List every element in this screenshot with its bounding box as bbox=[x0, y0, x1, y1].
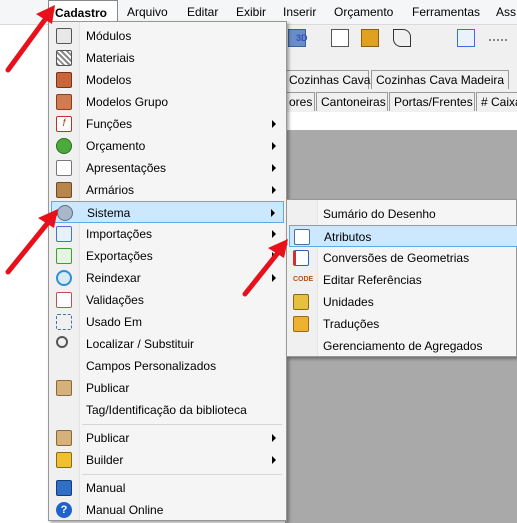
menu-item-manual-online[interactable]: ? Manual Online bbox=[51, 499, 284, 521]
shape-icon[interactable] bbox=[393, 29, 411, 47]
code-icon: CODE bbox=[293, 276, 314, 283]
used-in-icon bbox=[56, 314, 72, 330]
cabinets-icon bbox=[56, 182, 72, 198]
presentations-icon bbox=[56, 160, 72, 176]
submenu-arrow-icon bbox=[272, 120, 276, 128]
components-icon[interactable] bbox=[361, 29, 379, 47]
menu-item-exportacoes[interactable]: Exportações bbox=[51, 245, 284, 267]
measure-icon[interactable] bbox=[489, 29, 507, 41]
menu-item-localizar-substituir[interactable]: Localizar / Substituir bbox=[51, 333, 284, 355]
functions-icon: f bbox=[56, 116, 72, 132]
menu-item-modelos[interactable]: Modelos bbox=[51, 69, 284, 91]
publish-icon bbox=[56, 380, 72, 396]
menu-separator bbox=[82, 424, 282, 425]
view-3d-icon[interactable]: 3D bbox=[296, 29, 314, 47]
menu-item-modelos-grupo[interactable]: Modelos Grupo bbox=[51, 91, 284, 113]
menu-item-reindexar[interactable]: Reindexar bbox=[51, 267, 284, 289]
tab-cozinhas-cava-madeira[interactable]: Cozinhas Cava Madeira bbox=[371, 70, 509, 89]
system-gear-icon bbox=[57, 205, 73, 221]
menu-separator bbox=[82, 474, 282, 475]
tab-portas-frentes[interactable]: Portas/Frentes bbox=[389, 92, 475, 111]
export-icon bbox=[56, 248, 72, 264]
menu-item-builder[interactable]: Builder bbox=[51, 449, 284, 471]
menu-orcamento[interactable]: Orçamento bbox=[334, 0, 393, 24]
menu-item-sistema[interactable]: Sistema bbox=[51, 201, 284, 223]
submenu-item-atributos[interactable]: Atributos bbox=[289, 225, 517, 247]
layout-icon[interactable] bbox=[331, 29, 349, 47]
menu-item-usado-em[interactable]: Usado Em bbox=[51, 311, 284, 333]
submenu-item-traducoes[interactable]: Traduções bbox=[289, 313, 517, 335]
toolbar-gap bbox=[285, 51, 517, 68]
menu-ferramentas[interactable]: Ferramentas bbox=[412, 0, 480, 24]
tab-cantoneiras[interactable]: Cantoneiras bbox=[316, 92, 388, 111]
menu-item-funcoes[interactable]: f Funções bbox=[51, 113, 284, 135]
submenu-item-unidades[interactable]: Unidades bbox=[289, 291, 517, 313]
submenu-arrow-icon bbox=[272, 164, 276, 172]
menu-item-armarios[interactable]: Armários bbox=[51, 179, 284, 201]
publish-icon bbox=[56, 430, 72, 446]
submenu-item-sumario-desenho[interactable]: Sumário do Desenho bbox=[289, 203, 517, 225]
pointer-icon[interactable] bbox=[457, 29, 475, 47]
tabs-row-2: ores Cantoneiras Portas/Frentes # Caixa bbox=[285, 90, 517, 113]
units-icon bbox=[293, 294, 309, 310]
menu-assistente[interactable]: Ass bbox=[496, 0, 516, 24]
toolbar: 3D bbox=[285, 25, 517, 52]
menu-item-importacoes[interactable]: Importações bbox=[51, 223, 284, 245]
menu-item-validacoes[interactable]: Validações bbox=[51, 289, 284, 311]
submenu-arrow-icon bbox=[272, 434, 276, 442]
submenu-item-conversoes-geometrias[interactable]: Conversões de Geometrias bbox=[289, 247, 517, 269]
submenu-arrow-icon bbox=[271, 209, 275, 217]
tab-caixa[interactable]: # Caixa bbox=[476, 92, 517, 111]
conversion-icon bbox=[293, 250, 309, 266]
submenu-arrow-icon bbox=[272, 142, 276, 150]
materials-icon bbox=[56, 50, 72, 66]
manual-icon bbox=[56, 480, 72, 496]
import-icon bbox=[56, 226, 72, 242]
builder-icon bbox=[56, 452, 72, 468]
cadastro-menu: Módulos Materiais Modelos Modelos Grupo … bbox=[48, 21, 287, 521]
search-icon bbox=[56, 336, 68, 348]
menu-inserir[interactable]: Inserir bbox=[283, 0, 316, 24]
attributes-icon bbox=[294, 229, 310, 245]
validations-icon bbox=[56, 292, 72, 308]
budget-icon bbox=[56, 138, 72, 154]
submenu-arrow-icon bbox=[272, 456, 276, 464]
submenu-arrow-icon bbox=[272, 274, 276, 282]
menu-item-publicar[interactable]: Publicar bbox=[51, 377, 284, 399]
help-icon: ? bbox=[56, 502, 72, 518]
menu-item-orcamento[interactable]: Orçamento bbox=[51, 135, 284, 157]
menu-item-publicar-sub[interactable]: Publicar bbox=[51, 427, 284, 449]
menu-item-materiais[interactable]: Materiais bbox=[51, 47, 284, 69]
submenu-arrow-icon bbox=[272, 252, 276, 260]
tab-cozinhas-cava[interactable]: Cozinhas Cava bbox=[285, 70, 370, 89]
submenu-item-gerenciamento-agregados[interactable]: Gerenciamento de Agregados bbox=[289, 335, 517, 357]
menu-item-apresentacoes[interactable]: Apresentações bbox=[51, 157, 284, 179]
tab-ores[interactable]: ores bbox=[285, 92, 315, 111]
models-group-icon bbox=[56, 94, 72, 110]
sistema-submenu: Sumário do Desenho Atributos Conversões … bbox=[286, 199, 517, 357]
modules-icon bbox=[56, 28, 72, 44]
submenu-item-editar-referencias[interactable]: CODE Editar Referências bbox=[289, 269, 517, 291]
tabs-row-1: Cozinhas Cava Cozinhas Cava Madeira bbox=[285, 68, 517, 91]
menu-item-modulos[interactable]: Módulos bbox=[51, 25, 284, 47]
menu-item-manual[interactable]: Manual bbox=[51, 477, 284, 499]
reindex-icon bbox=[56, 270, 72, 286]
models-icon bbox=[56, 72, 72, 88]
submenu-arrow-icon bbox=[272, 186, 276, 194]
submenu-arrow-icon bbox=[272, 230, 276, 238]
document-strip bbox=[285, 112, 517, 130]
menu-item-tag-identificacao[interactable]: Tag/Identificação da biblioteca bbox=[51, 399, 284, 421]
menu-item-campos-personalizados[interactable]: Campos Personalizados bbox=[51, 355, 284, 377]
translations-icon bbox=[293, 316, 309, 332]
